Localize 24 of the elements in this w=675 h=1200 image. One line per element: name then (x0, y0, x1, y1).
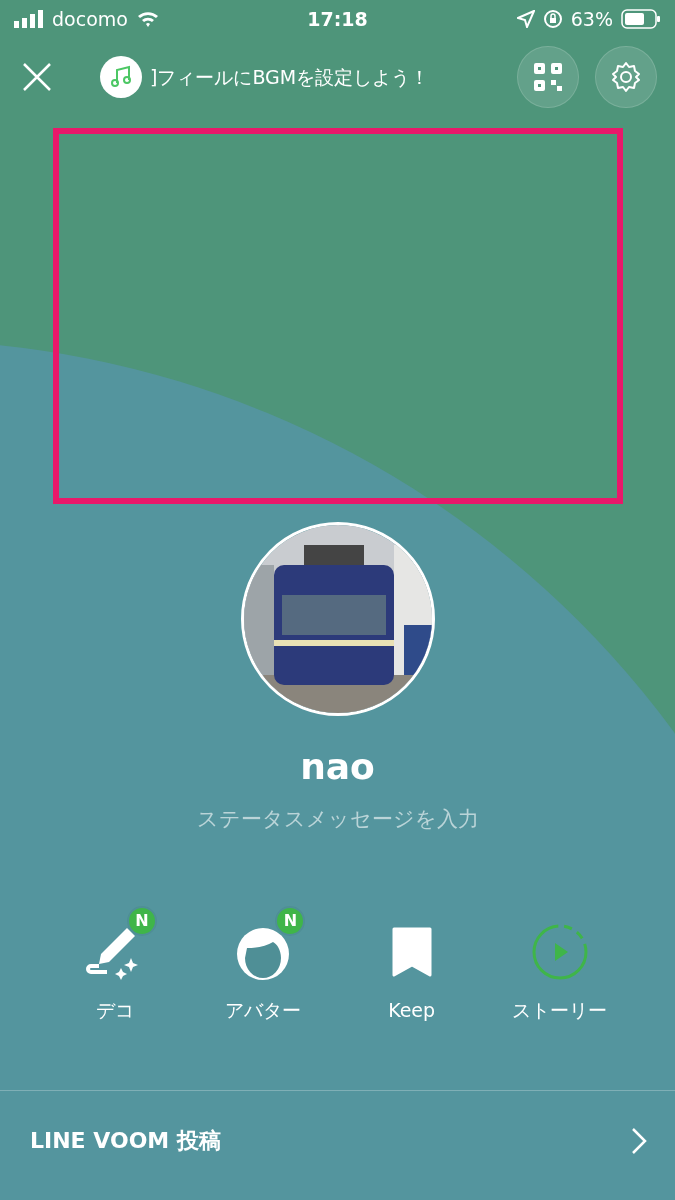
clock-time: 17:18 (307, 6, 368, 32)
battery-icon (621, 9, 661, 29)
action-label: デコ (96, 997, 134, 1023)
signal-icon (14, 10, 44, 28)
settings-icon (609, 60, 643, 94)
location-icon (516, 10, 535, 28)
action-button[interactable]: ストーリー (495, 901, 625, 1024)
action-button[interactable]: N デコ (50, 901, 180, 1024)
carrier-name: docomo (52, 6, 128, 32)
status-message-field[interactable]: ステータスメッセージを入力 (196, 804, 479, 836)
profile-name: nao (299, 745, 376, 789)
action-label: Keep (388, 997, 436, 1023)
action-label: アバター (225, 997, 302, 1023)
close-icon[interactable] (22, 62, 52, 92)
line-voom-row[interactable]: LINE VOOM 投稿 (0, 1090, 675, 1190)
bgm-banner-text[interactable]: ]フィールにBGMを設定しよう！ (150, 62, 517, 92)
action-button[interactable]: Keep (346, 901, 477, 1024)
music-note-icon (109, 65, 133, 89)
action-button[interactable]: N アバター (198, 901, 329, 1024)
chevron-right-icon (631, 1126, 647, 1155)
qr-code-icon (534, 63, 562, 91)
battery-percentage: 63% (570, 6, 613, 32)
action-label: ストーリー (512, 997, 608, 1023)
rotation-lock-icon (542, 9, 563, 29)
